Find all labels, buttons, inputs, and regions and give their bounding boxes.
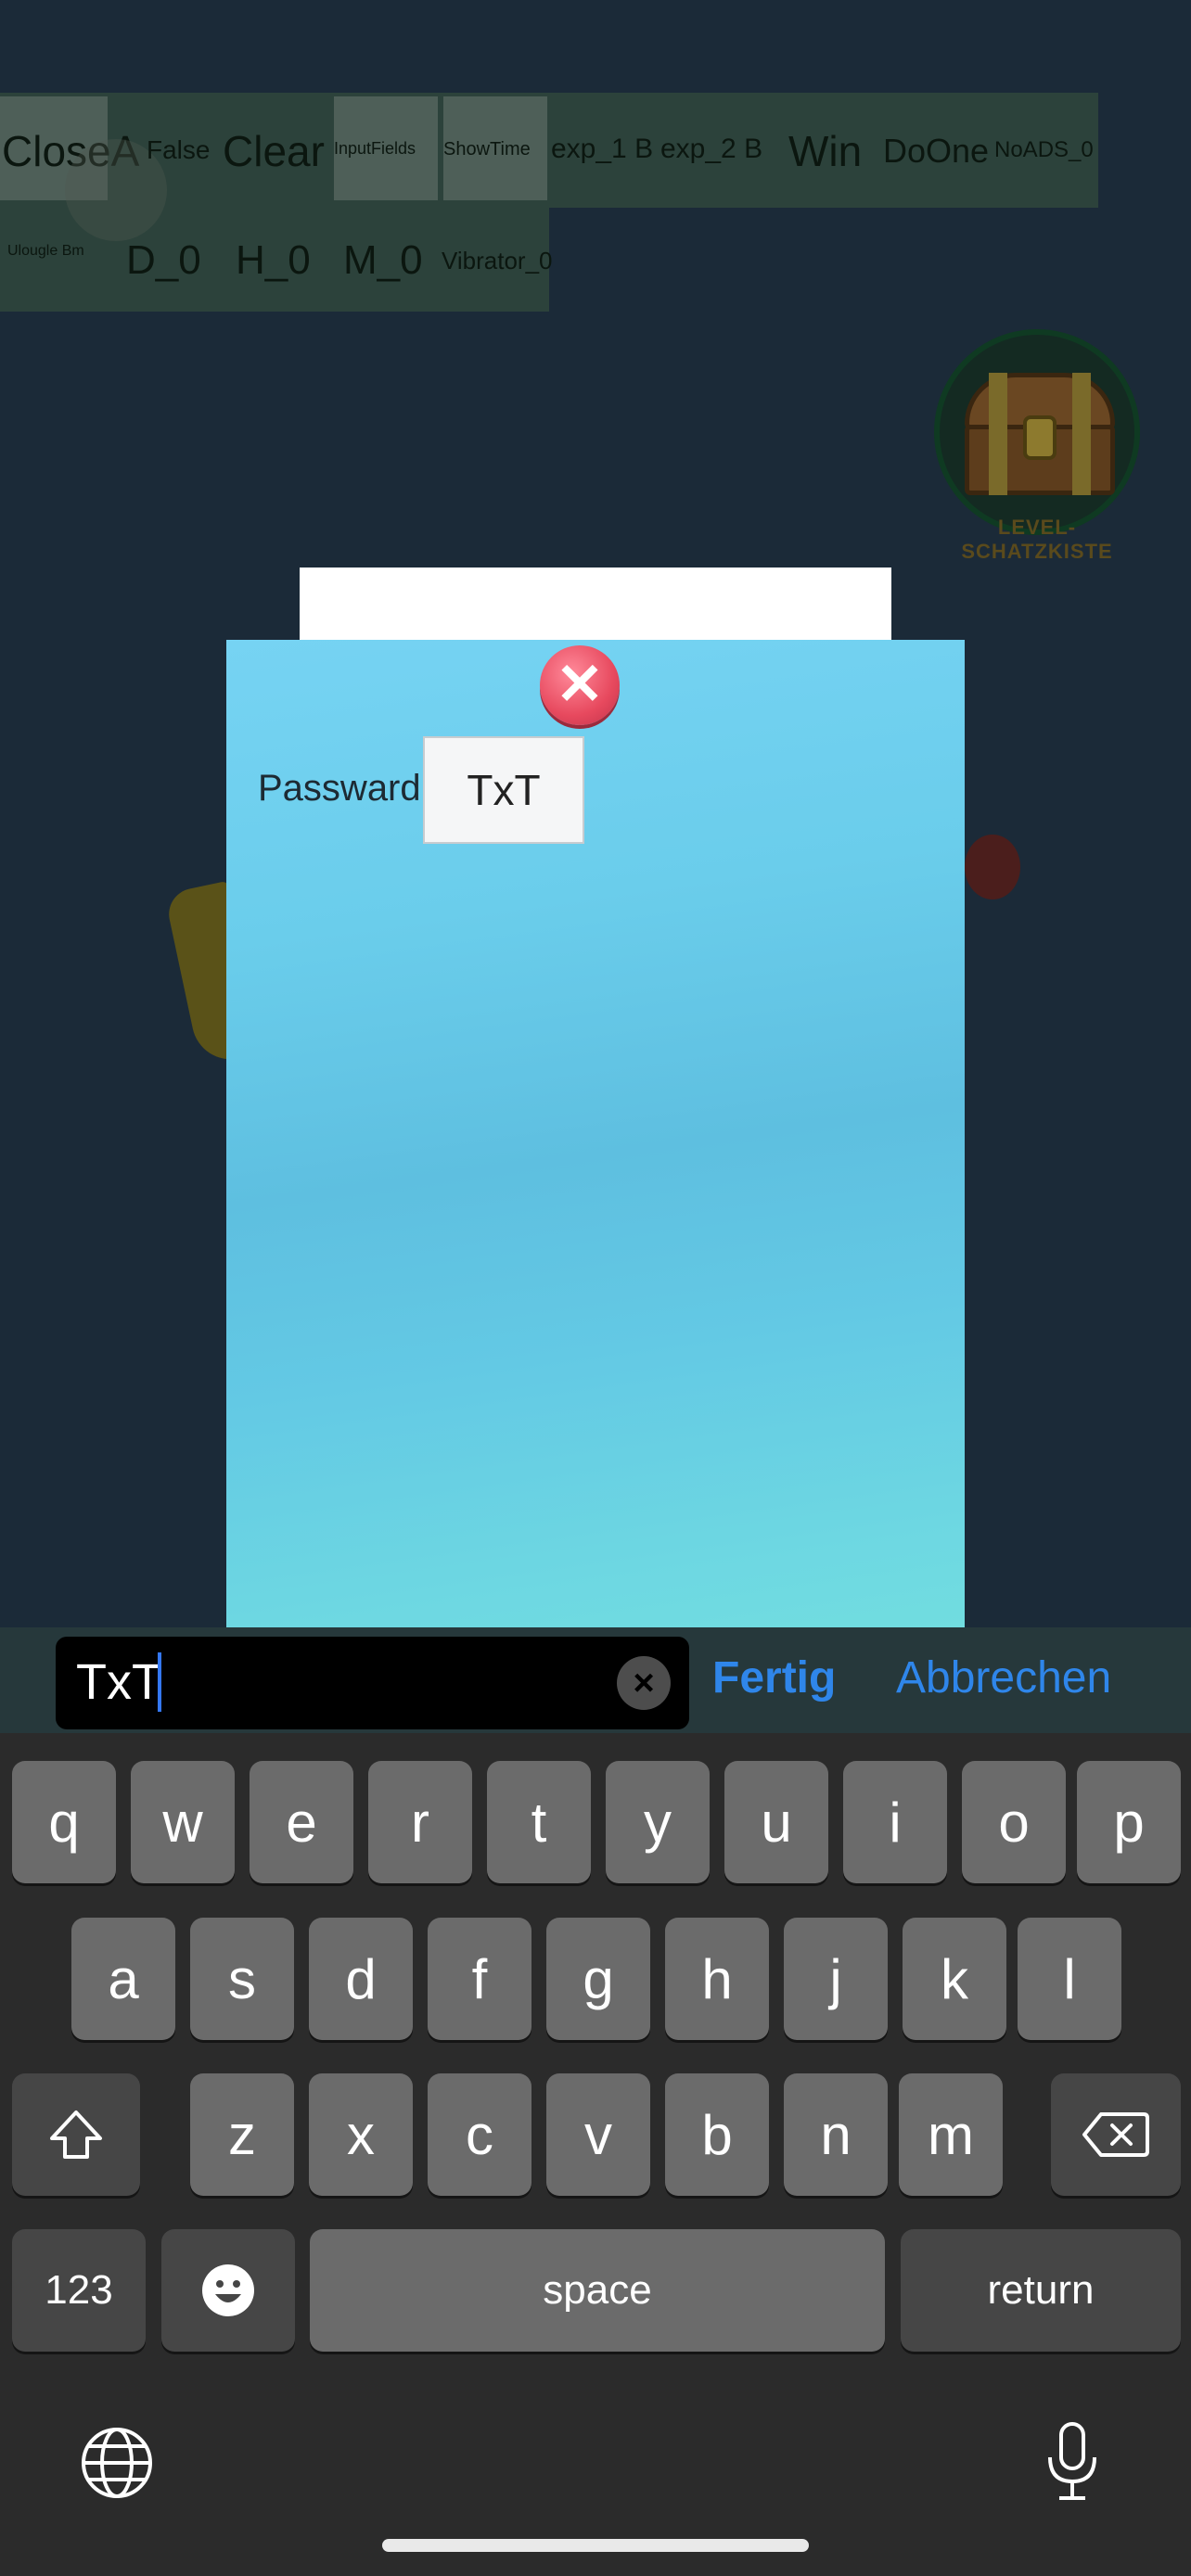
- key-w[interactable]: w: [131, 1761, 235, 1883]
- numbers-key[interactable]: 123: [12, 2229, 146, 2352]
- debug-label-showtime: ShowTime: [443, 139, 531, 159]
- chest-label: LEVEL-SCHATZKISTE: [961, 516, 1113, 563]
- key-z[interactable]: z: [190, 2073, 294, 2196]
- key-s[interactable]: s: [190, 1918, 294, 2040]
- space-key[interactable]: space: [310, 2229, 885, 2352]
- debug-label-m0[interactable]: M_0: [343, 237, 423, 284]
- backspace-key[interactable]: [1051, 2073, 1181, 2196]
- debug-label-doone[interactable]: DoOne: [883, 132, 989, 171]
- key-o[interactable]: o: [962, 1761, 1066, 1883]
- debug-label-clear[interactable]: Clear: [223, 126, 325, 176]
- text-caret: [158, 1652, 161, 1712]
- key-y[interactable]: y: [606, 1761, 710, 1883]
- emoji-key[interactable]: [161, 2229, 295, 2352]
- password-input[interactable]: TxT: [423, 736, 584, 844]
- clear-icon[interactable]: ×: [617, 1656, 671, 1710]
- key-b[interactable]: b: [665, 2073, 769, 2196]
- debug-label-d0[interactable]: D_0: [126, 237, 201, 284]
- debug-label-vibrator[interactable]: Vibrator_0: [442, 247, 553, 275]
- debug-label-h0[interactable]: H_0: [236, 237, 311, 284]
- debug-label-noads[interactable]: NoADS_0: [994, 137, 1094, 163]
- key-u[interactable]: u: [724, 1761, 828, 1883]
- debug-label-exp2[interactable]: exp_2 B: [660, 134, 762, 165]
- debug-label-false[interactable]: False: [147, 135, 210, 165]
- microphone-icon[interactable]: [1043, 2420, 1102, 2504]
- debug-label-win[interactable]: Win: [788, 126, 862, 176]
- debug-label-inputfields: InputFields: [334, 139, 416, 158]
- backspace-icon: [1082, 2112, 1149, 2157]
- key-h[interactable]: h: [665, 1918, 769, 2040]
- emoji-icon: [202, 2264, 254, 2316]
- key-v[interactable]: v: [546, 2073, 650, 2196]
- home-indicator[interactable]: [382, 2539, 809, 2552]
- key-a[interactable]: a: [71, 1918, 175, 2040]
- close-button[interactable]: ✕: [540, 645, 620, 725]
- background-decoration: [965, 835, 1020, 899]
- key-i[interactable]: i: [843, 1761, 947, 1883]
- key-m[interactable]: m: [899, 2073, 1003, 2196]
- key-l[interactable]: l: [1018, 1918, 1121, 2040]
- cancel-button[interactable]: Abbrechen: [896, 1652, 1111, 1703]
- shift-key[interactable]: [12, 2073, 140, 2196]
- key-p[interactable]: p: [1077, 1761, 1181, 1883]
- accessory-text-value: TxT: [76, 1654, 162, 1710]
- close-icon: ✕: [556, 653, 604, 717]
- password-label: Passward: [258, 768, 421, 809]
- shift-icon: [50, 2111, 102, 2159]
- debug-label-bm[interactable]: Ulougle Bm: [7, 243, 84, 260]
- key-n[interactable]: n: [784, 2073, 888, 2196]
- key-r[interactable]: r: [368, 1761, 472, 1883]
- key-e[interactable]: e: [250, 1761, 353, 1883]
- key-f[interactable]: f: [428, 1918, 531, 2040]
- key-g[interactable]: g: [546, 1918, 650, 2040]
- done-button[interactable]: Fertig: [712, 1652, 836, 1703]
- debug-label-exp1[interactable]: exp_1 B: [551, 134, 653, 165]
- key-d[interactable]: d: [309, 1918, 413, 2040]
- treasure-chest-icon: [965, 373, 1115, 495]
- key-q[interactable]: q: [12, 1761, 116, 1883]
- globe-icon[interactable]: [78, 2424, 156, 2502]
- key-t[interactable]: t: [487, 1761, 591, 1883]
- key-j[interactable]: j: [784, 1918, 888, 2040]
- key-k[interactable]: k: [903, 1918, 1006, 2040]
- return-key[interactable]: return: [901, 2229, 1181, 2352]
- key-x[interactable]: x: [309, 2073, 413, 2196]
- key-c[interactable]: c: [428, 2073, 531, 2196]
